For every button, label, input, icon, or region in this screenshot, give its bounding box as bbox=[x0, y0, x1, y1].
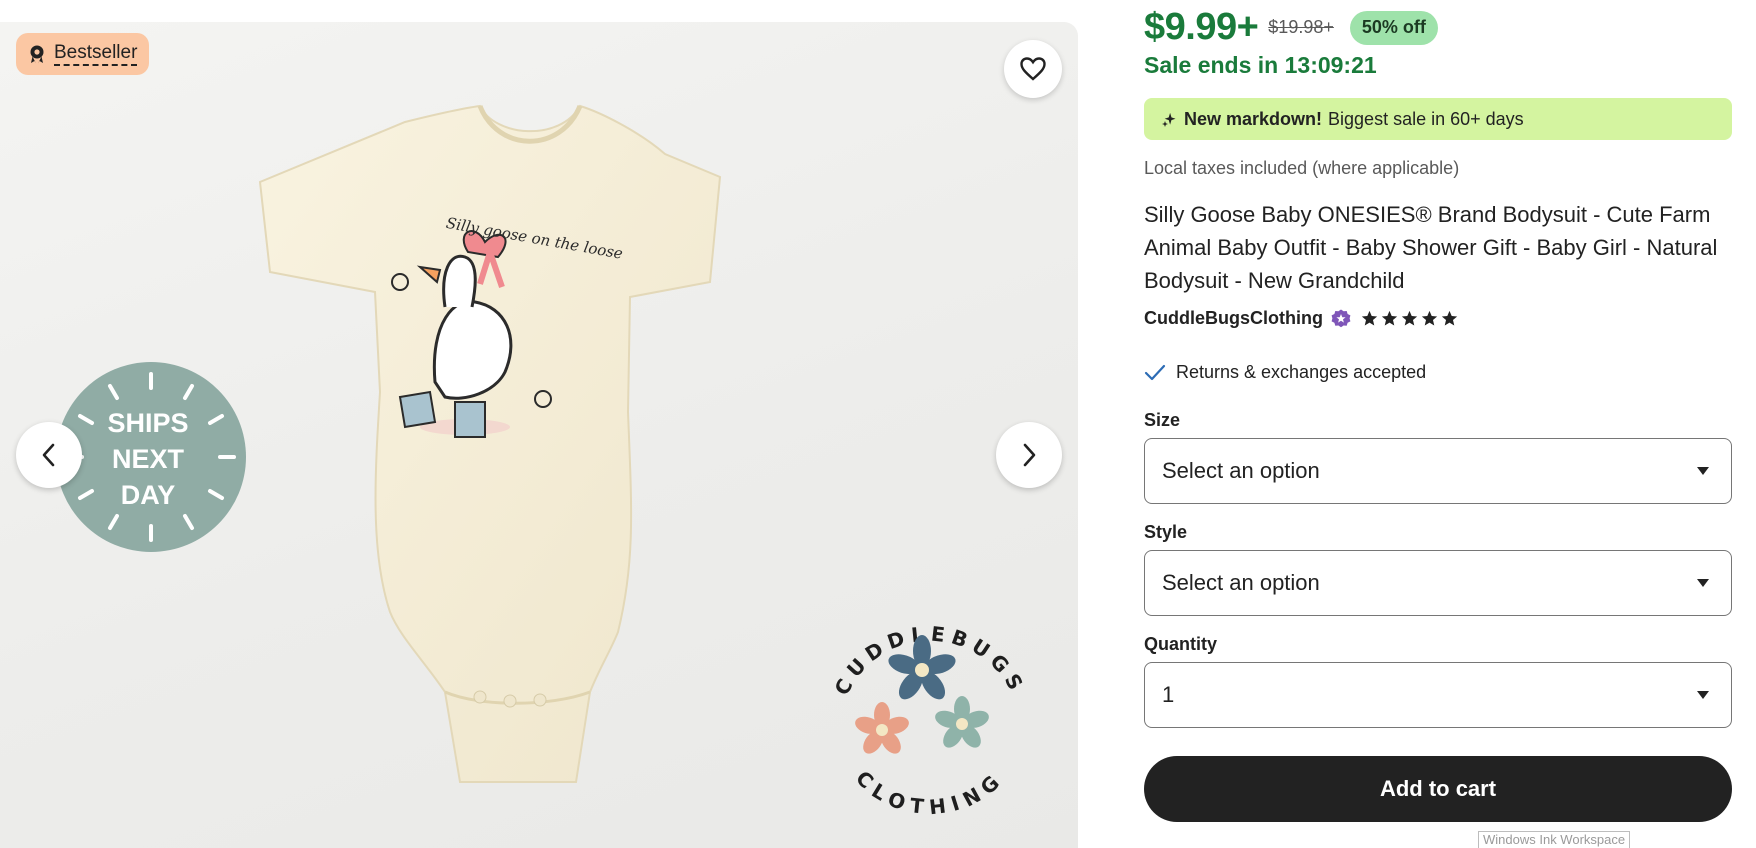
star-icon bbox=[1361, 310, 1378, 326]
dropdown-arrow-icon bbox=[1697, 467, 1709, 475]
heart-icon bbox=[1020, 57, 1046, 81]
size-select-value: Select an option bbox=[1162, 458, 1320, 483]
next-image-button[interactable] bbox=[996, 422, 1062, 488]
star-icon bbox=[1441, 310, 1458, 326]
previous-image-button[interactable] bbox=[16, 422, 82, 488]
shop-name-link[interactable]: CuddleBugsClothing bbox=[1144, 308, 1323, 329]
cuddlebugs-logo: CUDDLEBUGS CLOTHING bbox=[829, 621, 1024, 819]
product-image-gallery[interactable]: Silly goose on the loose Bestseller SHIP… bbox=[0, 22, 1078, 848]
chevron-left-icon bbox=[42, 443, 55, 467]
checkmark-icon bbox=[1144, 364, 1166, 380]
style-label: Style bbox=[1144, 522, 1188, 542]
product-title: Silly Goose Baby ONESIES® Brand Bodysuit… bbox=[1144, 202, 1718, 293]
original-price: $19.98+ bbox=[1268, 17, 1334, 37]
shop-info: CuddleBugsClothing bbox=[1144, 308, 1458, 329]
markdown-banner: New markdown! Biggest sale in 60+ days bbox=[1144, 98, 1732, 140]
dropdown-arrow-icon bbox=[1697, 691, 1709, 699]
star-icon bbox=[1401, 310, 1418, 326]
rating-stars[interactable] bbox=[1361, 310, 1458, 327]
star-seller-badge-icon[interactable] bbox=[1331, 309, 1351, 329]
markdown-text: Biggest sale in 60+ days bbox=[1328, 108, 1524, 129]
svg-text:CLOTHING: CLOTHING bbox=[851, 766, 1009, 819]
markdown-bold-text: New markdown! bbox=[1184, 108, 1323, 129]
returns-info: Returns & exchanges accepted bbox=[1144, 362, 1426, 383]
ships-badge-line: SHIPS bbox=[107, 408, 188, 438]
dropdown-arrow-icon bbox=[1697, 579, 1709, 587]
add-to-cart-button[interactable]: Add to cart bbox=[1144, 756, 1732, 822]
discount-badge: 50% off bbox=[1349, 10, 1438, 45]
star-icon bbox=[1381, 310, 1398, 326]
sale-price: $9.99+ bbox=[1144, 6, 1259, 48]
star-icon bbox=[1421, 310, 1438, 326]
ships-badge-line: NEXT bbox=[112, 444, 185, 474]
quantity-select-value: 1 bbox=[1162, 682, 1175, 707]
onesie-product-photo: Silly goose on the loose bbox=[258, 104, 722, 783]
ships-next-day-badge: SHIPS NEXT DAY bbox=[56, 362, 246, 552]
taxes-note: Local taxes included (where applicable) bbox=[1144, 158, 1460, 178]
sparkle-icon bbox=[1162, 112, 1176, 127]
award-ribbon-icon bbox=[30, 45, 44, 64]
size-select[interactable]: Select an option bbox=[1144, 438, 1732, 504]
returns-text: Returns & exchanges accepted bbox=[1176, 362, 1427, 382]
quantity-select[interactable]: 1 bbox=[1144, 662, 1732, 728]
size-label: Size bbox=[1144, 410, 1181, 430]
favorite-button[interactable] bbox=[1004, 40, 1062, 98]
ships-badge-line: DAY bbox=[121, 480, 176, 510]
sale-countdown: Sale ends in 13:09:21 bbox=[1144, 52, 1377, 78]
bestseller-badge[interactable]: Bestseller bbox=[16, 33, 150, 75]
chevron-right-icon bbox=[1023, 443, 1036, 467]
quantity-label: Quantity bbox=[1144, 634, 1218, 654]
windows-ink-tooltip: Windows Ink Workspace bbox=[1478, 831, 1631, 848]
logo-text-bottom: CLOTHING bbox=[851, 766, 1002, 819]
style-select-value: Select an option bbox=[1162, 570, 1320, 595]
price-row: $9.99+ $19.98+ 50% off bbox=[1144, 6, 1438, 49]
bestseller-label: Bestseller bbox=[54, 42, 138, 66]
style-select[interactable]: Select an option bbox=[1144, 550, 1732, 616]
